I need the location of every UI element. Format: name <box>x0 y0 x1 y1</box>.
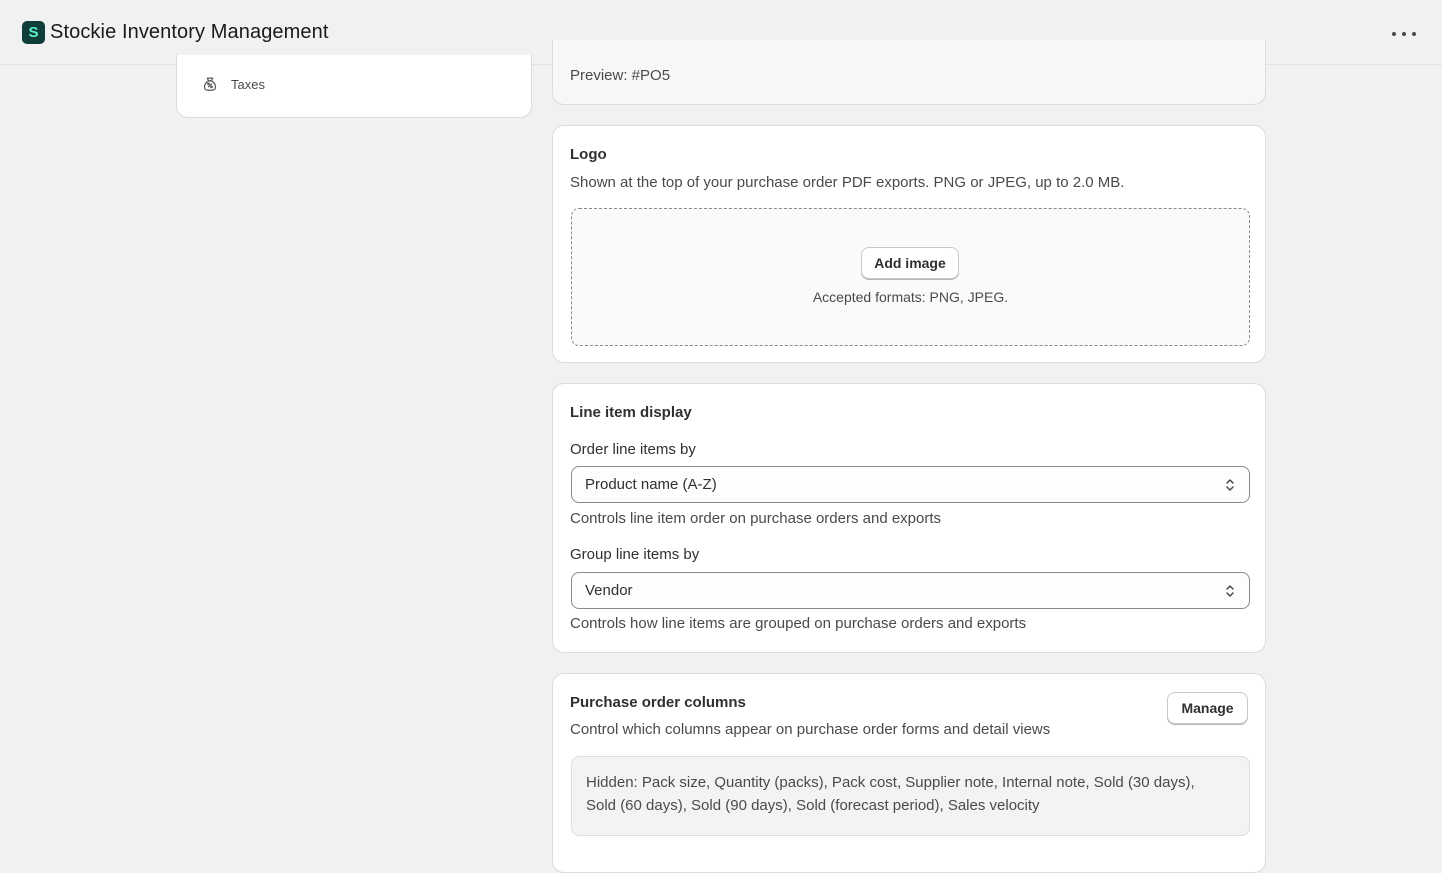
order-by-select[interactable]: Product name (A-Z) <box>571 466 1250 503</box>
select-chevron-icon <box>1226 585 1234 597</box>
po-columns-heading: Purchase order columns <box>570 694 746 711</box>
sidebar-item-label: Taxes <box>231 76 265 92</box>
hidden-columns-line-2: Sold (60 days), Sold (90 days), Sold (fo… <box>586 797 1040 814</box>
sidebar-item-taxes[interactable]: Taxes <box>201 75 265 93</box>
order-by-help: Controls line item order on purchase ord… <box>570 510 942 527</box>
logo-heading: Logo <box>570 146 607 163</box>
manage-columns-button[interactable]: Manage <box>1167 692 1248 724</box>
group-by-label: Group line items by <box>570 546 700 563</box>
tax-bag-icon <box>203 77 217 91</box>
hidden-columns-box: Hidden: Pack size, Quantity (packs), Pac… <box>571 756 1250 836</box>
line-item-display-card: Line item display Order line items by Pr… <box>552 383 1266 653</box>
group-by-select[interactable]: Vendor <box>571 572 1250 609</box>
order-by-value: Product name (A-Z) <box>585 476 717 493</box>
logo-card: Logo Shown at the top of your purchase o… <box>552 125 1266 363</box>
app-logo-icon: S <box>22 20 45 44</box>
po-columns-description: Control which columns appear on purchase… <box>570 721 1051 738</box>
po-numbering-card: Preview: #PO5 <box>552 40 1266 105</box>
settings-sidebar: Taxes <box>176 55 532 118</box>
po-number-preview: Preview: #PO5 <box>570 67 671 84</box>
accepted-formats-text: Accepted formats: PNG, JPEG. <box>812 289 1009 305</box>
app-title: Stockie Inventory Management <box>50 20 329 43</box>
more-actions-icon[interactable] <box>1392 24 1416 44</box>
group-by-help: Controls how line items are grouped on p… <box>570 615 1027 632</box>
select-chevron-icon <box>1226 479 1234 491</box>
line-item-heading: Line item display <box>570 404 692 421</box>
po-columns-card: Purchase order columns Control which col… <box>552 673 1266 873</box>
logo-dropzone[interactable]: Add image Accepted formats: PNG, JPEG. <box>571 208 1250 346</box>
order-by-label: Order line items by <box>570 441 696 458</box>
hidden-columns-line-1: Hidden: Pack size, Quantity (packs), Pac… <box>586 774 1195 791</box>
group-by-value: Vendor <box>585 582 633 599</box>
logo-description: Shown at the top of your purchase order … <box>570 174 1125 191</box>
add-image-button[interactable]: Add image <box>861 247 959 279</box>
